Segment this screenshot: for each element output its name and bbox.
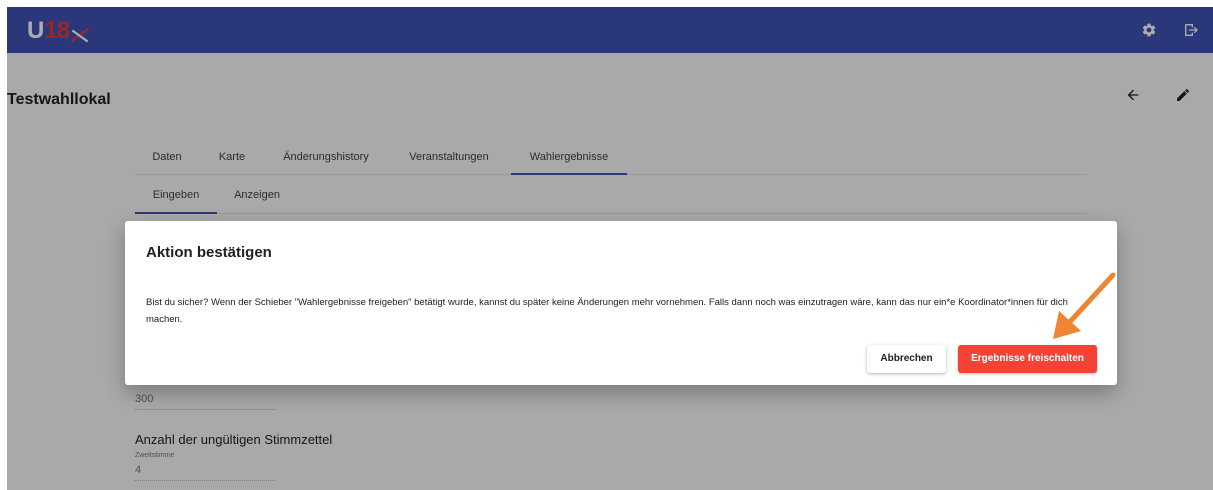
- dialog-title: Aktion bestätigen: [146, 244, 272, 261]
- cancel-button[interactable]: Abbrechen: [867, 345, 946, 373]
- confirm-button[interactable]: Ergebnisse freischalten: [958, 345, 1097, 373]
- dialog-message: Bist du sicher? Wenn der Schieber "Wahle…: [146, 297, 1068, 325]
- confirm-dialog: Aktion bestätigen Bist du sicher? Wenn d…: [125, 221, 1117, 385]
- annotation-arrow-icon: [1053, 272, 1116, 339]
- app-frame: U18 Testwahllokal Daten Karte Änderungsh…: [7, 7, 1213, 490]
